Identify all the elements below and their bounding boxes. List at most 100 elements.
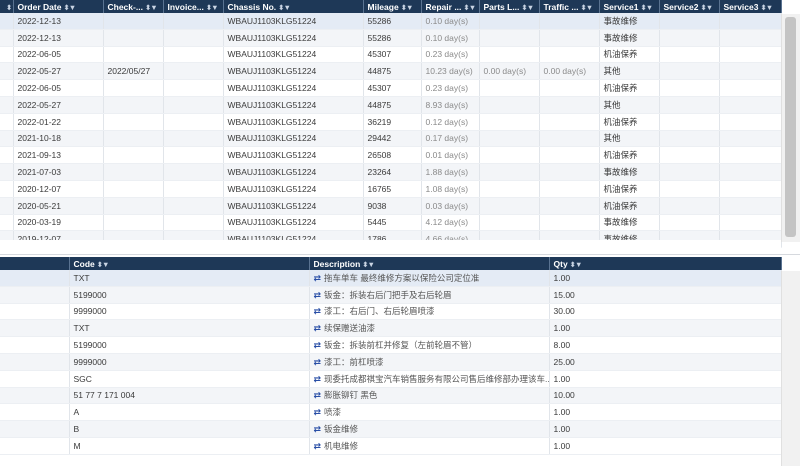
cell-chassis: WBAUJ1103KLG51224 — [223, 130, 364, 148]
table-row[interactable]: 2020-12-07 WBAUJ1103KLG51224 16765 1.08 day… — [0, 180, 782, 198]
sort-filter-icon[interactable]: ⬍▼ — [6, 3, 12, 12]
orders-col-header[interactable]: Check-... ⬍▼ — [103, 0, 164, 13]
cell-parts — [479, 79, 540, 97]
sort-filter-icon[interactable]: ⬍▼ — [580, 3, 593, 12]
cell-chassis: WBAUJ1103KLG51224 — [223, 13, 364, 30]
table-row[interactable]: 2021-07-03 WBAUJ1103KLG51224 23264 1.88 day… — [0, 163, 782, 181]
table-row[interactable]: M ⇄ 机电维修 1.00 — [0, 437, 782, 455]
orders-col-header[interactable]: Invoice... ⬍▼ — [163, 0, 224, 13]
sort-filter-icon[interactable]: ⬍▼ — [760, 3, 773, 12]
table-row[interactable]: A ⇄ 喷漆 1.00 — [0, 403, 782, 422]
orders-col-header[interactable]: Order Date ⬍▼ — [13, 0, 104, 13]
sort-filter-icon[interactable]: ⬍▼ — [700, 3, 713, 12]
cell-parts — [479, 163, 540, 181]
sort-filter-icon[interactable]: ⬍▼ — [278, 3, 291, 12]
table-row[interactable]: TXT ⇄ 拖车单车 最终维修方案以保险公司定位准 1.00 — [0, 270, 782, 287]
swap-icon[interactable]: ⇄ — [314, 424, 322, 434]
cell-service3 — [719, 13, 782, 30]
table-row[interactable]: TXT ⇄ 续保赠送油漆 1.00 — [0, 319, 782, 338]
cell-repair: 0.03 day(s) — [421, 197, 480, 215]
cell-chassis: WBAUJ1103KLG51224 — [223, 214, 364, 232]
table-row[interactable]: 2022-06-05 WBAUJ1103KLG51224 45307 0.23 day… — [0, 79, 782, 97]
table-row[interactable]: 2022-12-13 WBAUJ1103KLG51224 55286 0.10 day… — [0, 13, 782, 30]
table-row[interactable]: 2020-03-19 WBAUJ1103KLG51224 5445 4.12 day(… — [0, 214, 782, 232]
details-scrollbar[interactable] — [781, 271, 800, 466]
table-row[interactable]: 9999000 ⇄ 漆工：右后门、右后轮眉喷漆 30.00 — [0, 303, 782, 321]
cell-repair: 8.93 day(s) — [421, 96, 480, 114]
sort-filter-icon[interactable]: ⬍▼ — [463, 3, 476, 12]
swap-icon[interactable]: ⇄ — [314, 441, 322, 451]
row-indicator — [0, 353, 70, 371]
cell-description: ⇄ 钣金：拆装右后门把手及右后轮眉 — [309, 286, 550, 304]
table-row[interactable]: 2022-12-13 WBAUJ1103KLG51224 55286 0.10 day… — [0, 29, 782, 47]
cell-order-date: 2022-12-13 — [13, 13, 104, 30]
row-indicator — [0, 437, 70, 455]
sort-filter-icon[interactable]: ⬍▼ — [521, 3, 534, 12]
sort-filter-icon[interactable]: ⬍▼ — [145, 3, 158, 12]
swap-icon[interactable]: ⇄ — [314, 390, 322, 400]
swap-icon[interactable]: ⇄ — [314, 306, 322, 316]
orders-col-header[interactable]: Service3 ⬍▼ — [719, 0, 782, 13]
swap-icon[interactable]: ⇄ — [314, 374, 322, 384]
table-row[interactable]: 2021-10-18 WBAUJ1103KLG51224 29442 0.17 day… — [0, 130, 782, 148]
sort-filter-icon[interactable]: ⬍▼ — [63, 3, 76, 12]
table-row[interactable]: 2022-01-22 WBAUJ1103KLG51224 36219 0.12 day… — [0, 113, 782, 131]
orders-header-row: ⬍▼Order Date⬍▼Check-...⬍▼Invoice...⬍▼Cha… — [0, 0, 782, 13]
table-row[interactable]: 2020-05-21 WBAUJ1103KLG51224 9038 0.03 day(… — [0, 197, 782, 215]
orders-col-header[interactable]: Mileage ⬍▼ — [363, 0, 422, 13]
swap-icon[interactable]: ⇄ — [314, 290, 322, 300]
cell-description: ⇄ 钣金维修 — [309, 420, 550, 438]
cell-check-in — [103, 197, 164, 215]
orders-scrollbar-thumb[interactable] — [785, 17, 796, 237]
cell-order-date: 2022-01-22 — [13, 113, 104, 131]
table-row[interactable]: 2021-09-13 WBAUJ1103KLG51224 26508 0.01 day… — [0, 146, 782, 165]
cell-description: ⇄ 拖车单车 最终维修方案以保险公司定位准 — [309, 270, 550, 287]
details-col-header[interactable] — [0, 257, 70, 270]
table-row[interactable]: 9999000 ⇄ 漆工：前杠喷漆 25.00 — [0, 353, 782, 371]
cell-service2 — [659, 46, 720, 64]
sort-filter-icon[interactable]: ⬍▼ — [206, 3, 219, 12]
row-indicator — [0, 180, 14, 198]
details-col-header[interactable]: Code ⬍▼ — [69, 257, 310, 270]
table-row[interactable]: 2022-05-27 2022/05/27 WBAUJ1103KLG51224 448… — [0, 62, 782, 81]
sort-filter-icon[interactable]: ⬍▼ — [362, 260, 375, 269]
orders-body: 2022-12-13 WBAUJ1103KLG51224 55286 0.10 day… — [0, 13, 782, 249]
sort-filter-icon[interactable]: ⬍▼ — [570, 260, 583, 269]
row-indicator — [0, 62, 14, 81]
orders-col-header[interactable]: Service1 ⬍▼ — [599, 0, 660, 13]
details-col-header[interactable]: Qty ⬍▼ — [549, 257, 782, 270]
swap-icon[interactable]: ⇄ — [314, 407, 322, 417]
swap-icon[interactable]: ⇄ — [314, 273, 322, 283]
column-label: Service2 — [663, 1, 699, 12]
table-row[interactable]: 5199000 ⇄ 钣金：拆装右后门把手及右后轮眉 15.00 — [0, 286, 782, 304]
cell-invoice — [163, 214, 224, 232]
table-row[interactable]: 51 77 7 171 004 ⇄ 膨胀铆钉 黑色 10.00 — [0, 387, 782, 405]
orders-col-header[interactable]: ⬍▼ — [0, 0, 14, 13]
swap-icon[interactable]: ⇄ — [314, 323, 322, 333]
cell-invoice — [163, 130, 224, 148]
table-row[interactable]: SGC ⇄ 现委托成都祺宝汽车销售服务有限公司售后维修部办理该车... 1.00 — [0, 370, 782, 388]
table-row[interactable]: 5199000 ⇄ 钣金：拆装前杠并修复（左前轮眉不管） 8.00 — [0, 336, 782, 354]
cell-invoice — [163, 79, 224, 97]
orders-scrollbar[interactable] — [781, 14, 800, 242]
cell-chassis: WBAUJ1103KLG51224 — [223, 146, 364, 165]
cell-service1: 其他 — [599, 96, 660, 114]
swap-icon[interactable]: ⇄ — [314, 340, 322, 350]
sort-filter-icon[interactable]: ⬍▼ — [401, 3, 414, 12]
orders-col-header[interactable]: Repair ... ⬍▼ — [421, 0, 480, 13]
cell-mileage: 23264 — [363, 163, 422, 181]
sort-filter-icon[interactable]: ⬍▼ — [97, 260, 110, 269]
sort-filter-icon[interactable]: ⬍▼ — [640, 3, 653, 12]
orders-col-header[interactable]: Traffic ... ⬍▼ — [539, 0, 600, 13]
swap-icon[interactable]: ⇄ — [314, 357, 322, 367]
table-row[interactable]: B ⇄ 钣金维修 1.00 — [0, 420, 782, 438]
cell-service1: 事故维修 — [599, 214, 660, 232]
details-col-header[interactable]: Description ⬍▼ — [309, 257, 550, 270]
orders-col-header[interactable]: Chassis No. ⬍▼ — [223, 0, 364, 13]
cell-repair: 0.17 day(s) — [421, 130, 480, 148]
orders-col-header[interactable]: Parts L... ⬍▼ — [479, 0, 540, 13]
table-row[interactable]: 2022-05-27 WBAUJ1103KLG51224 44875 8.93 day… — [0, 96, 782, 114]
cell-qty: 1.00 — [549, 437, 782, 455]
orders-col-header[interactable]: Service2 ⬍▼ — [659, 0, 720, 13]
table-row[interactable]: 2022-06-05 WBAUJ1103KLG51224 45307 0.23 day… — [0, 46, 782, 64]
